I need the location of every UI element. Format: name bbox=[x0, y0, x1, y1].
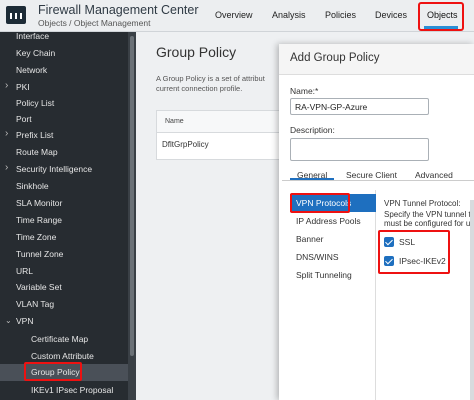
left-menu-item-ip-address-pools[interactable]: IP Address Pools bbox=[296, 216, 361, 226]
sidebar-item-time-zone[interactable]: Time Zone bbox=[0, 229, 128, 246]
sidebar-item-time-range[interactable]: Time Range bbox=[0, 212, 128, 229]
group-policy-table: Name DfltGrpPolicy bbox=[156, 110, 280, 160]
sidebar-item-key-chain[interactable]: Key Chain bbox=[0, 45, 128, 62]
sidebar-item-variable-set[interactable]: Variable Set bbox=[0, 279, 128, 296]
tab-advanced[interactable]: Advanced bbox=[415, 170, 453, 180]
dialog-header: Add Group Policy bbox=[279, 44, 474, 75]
left-menu-item-banner[interactable]: Banner bbox=[296, 234, 323, 244]
sidebar-item-url[interactable]: URL bbox=[0, 263, 128, 280]
sidebar-item-security-intelligence[interactable]: › Security Intelligence bbox=[0, 161, 128, 178]
sidebar-item-tunnel-zone[interactable]: Tunnel Zone bbox=[0, 246, 128, 263]
nav-tab-analysis[interactable]: Analysis bbox=[272, 10, 306, 20]
highlight-box-objects bbox=[418, 2, 464, 31]
ipsec-ikev2-checkbox-label[interactable]: IPsec-IKEv2 bbox=[399, 256, 446, 266]
left-menu-item-dns-wins[interactable]: DNS/WINS bbox=[296, 252, 339, 262]
sidebar-item-certificate-map[interactable]: Certificate Map bbox=[0, 331, 128, 348]
sidebar-item-interface[interactable]: Interface bbox=[0, 32, 128, 45]
name-input[interactable] bbox=[290, 98, 429, 115]
sidebar-item-vlan-tag[interactable]: VLAN Tag bbox=[0, 296, 128, 313]
chevron-right-icon[interactable]: › bbox=[5, 80, 8, 91]
table-header: Name bbox=[157, 111, 279, 133]
cisco-logo-icon[interactable] bbox=[6, 6, 26, 24]
description-label: Description: bbox=[290, 125, 335, 135]
ssl-checkbox[interactable] bbox=[384, 237, 394, 247]
page-description: A Group Policy is a set of attribut curr… bbox=[156, 74, 265, 93]
active-tab-indicator bbox=[290, 178, 334, 180]
ipsec-ikev2-checkbox[interactable] bbox=[384, 256, 394, 266]
app-title: Firewall Management Center bbox=[38, 3, 199, 17]
chevron-right-icon[interactable]: › bbox=[5, 128, 8, 139]
sidebar-item-sinkhole[interactable]: Sinkhole bbox=[0, 178, 128, 195]
dialog-scrollbar[interactable] bbox=[470, 200, 474, 400]
sidebar-item-prefix-list[interactable]: › Prefix List bbox=[0, 127, 128, 144]
nav-tab-overview[interactable]: Overview bbox=[215, 10, 253, 20]
highlight-box-group-policy bbox=[24, 362, 82, 381]
sidebar-item-vpn[interactable]: ⌄ VPN bbox=[0, 313, 128, 330]
nav-tab-devices[interactable]: Devices bbox=[375, 10, 407, 20]
vpn-tunnel-help-line2: must be configured for us bbox=[384, 219, 474, 228]
top-bar: Firewall Management Center Objects / Obj… bbox=[0, 0, 474, 32]
sidebar: Interface Key Chain Network › PKI Policy … bbox=[0, 32, 128, 400]
chevron-right-icon[interactable]: › bbox=[5, 162, 8, 173]
chevron-down-icon[interactable]: ⌄ bbox=[5, 316, 12, 325]
name-label: Name:* bbox=[290, 86, 319, 96]
description-input[interactable] bbox=[290, 138, 429, 161]
column-header-name[interactable]: Name bbox=[165, 118, 184, 125]
breadcrumb[interactable]: Objects / Object Management bbox=[38, 18, 150, 28]
sidebar-item-route-map[interactable]: Route Map bbox=[0, 144, 128, 161]
sidebar-item-ikev1-ipsec-proposal[interactable]: IKEv1 IPsec Proposal bbox=[0, 382, 128, 399]
highlight-box-vpn-protocols bbox=[290, 193, 350, 213]
ssl-checkbox-label[interactable]: SSL bbox=[399, 237, 415, 247]
left-menu-item-split-tunneling[interactable]: Split Tunneling bbox=[296, 270, 352, 280]
sidebar-item-network[interactable]: Network bbox=[0, 62, 128, 79]
vpn-tunnel-help-line1: Specify the VPN tunnel t bbox=[384, 210, 471, 219]
table-row[interactable]: DfltGrpPolicy bbox=[162, 140, 209, 149]
sidebar-scroll-thumb[interactable] bbox=[130, 36, 134, 356]
sidebar-item-sla-monitor[interactable]: SLA Monitor bbox=[0, 195, 128, 212]
page-title: Group Policy bbox=[156, 44, 237, 60]
sidebar-item-policy-list[interactable]: Policy List bbox=[0, 95, 128, 112]
sidebar-item-port[interactable]: Port bbox=[0, 111, 128, 128]
nav-tab-policies[interactable]: Policies bbox=[325, 10, 356, 20]
vpn-tunnel-protocol-heading: VPN Tunnel Protocol: bbox=[384, 199, 461, 208]
tab-secure-client[interactable]: Secure Client bbox=[346, 170, 397, 180]
sidebar-item-pki[interactable]: › PKI bbox=[0, 79, 128, 96]
dialog-title: Add Group Policy bbox=[290, 52, 380, 64]
tab-bar-divider bbox=[282, 180, 474, 181]
